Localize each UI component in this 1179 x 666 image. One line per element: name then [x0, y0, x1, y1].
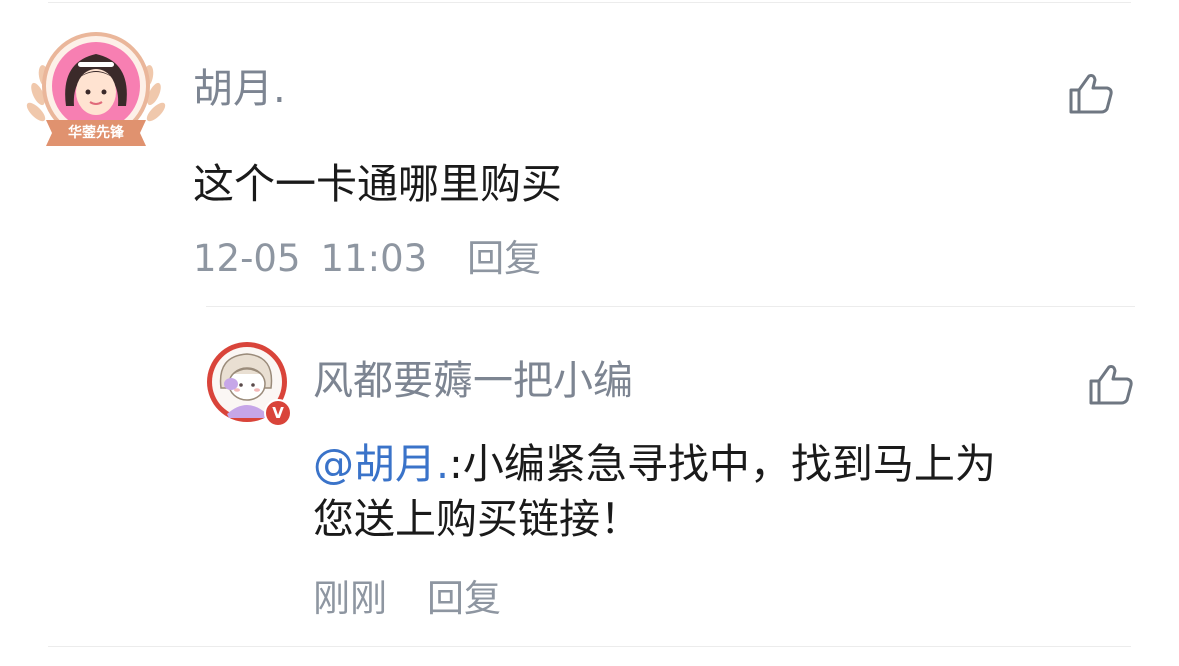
reply-text-line-2: 您送上购买链接！: [313, 495, 641, 544]
reply-button[interactable]: 回复: [467, 240, 541, 277]
reply-reply-button[interactable]: 回复: [427, 580, 501, 617]
comment-time: 11:03: [320, 237, 428, 280]
verified-mark: V: [272, 404, 284, 422]
reply-text: @胡月.:小编紧急寻找中，找到马上为 您送上购买链接！: [313, 437, 1133, 548]
like-thumb-icon[interactable]: [1067, 72, 1115, 116]
reply-divider: [206, 306, 1135, 307]
reply-text-line-1: @胡月.:小编紧急寻找中，找到马上为: [313, 437, 1133, 492]
reply-text-body-1: :小编紧急寻找中，找到马上为: [449, 440, 996, 488]
mention-link[interactable]: @胡月.: [313, 440, 449, 488]
reply-time: 刚刚: [313, 577, 387, 620]
badge-label: 华蓥先锋: [68, 125, 124, 141]
reply-like-thumb-icon[interactable]: [1087, 363, 1135, 407]
verified-badge: V: [264, 399, 292, 427]
bottom-divider: [48, 646, 1131, 647]
comment-meta: 12-05 11:03 回复: [193, 240, 541, 277]
reply-author-name[interactable]: 风都要薅一把小编: [313, 361, 633, 401]
reply-meta: 刚刚 回复: [313, 580, 501, 617]
comment-date: 12-05: [193, 237, 301, 280]
comment-author-name[interactable]: 胡月.: [193, 69, 286, 109]
comment-avatar[interactable]: 华蓥先锋: [26, 32, 166, 150]
top-divider: [48, 2, 1131, 3]
comment-text: 这个一卡通哪里购买: [193, 160, 562, 208]
reply-avatar[interactable]: V: [205, 340, 295, 430]
